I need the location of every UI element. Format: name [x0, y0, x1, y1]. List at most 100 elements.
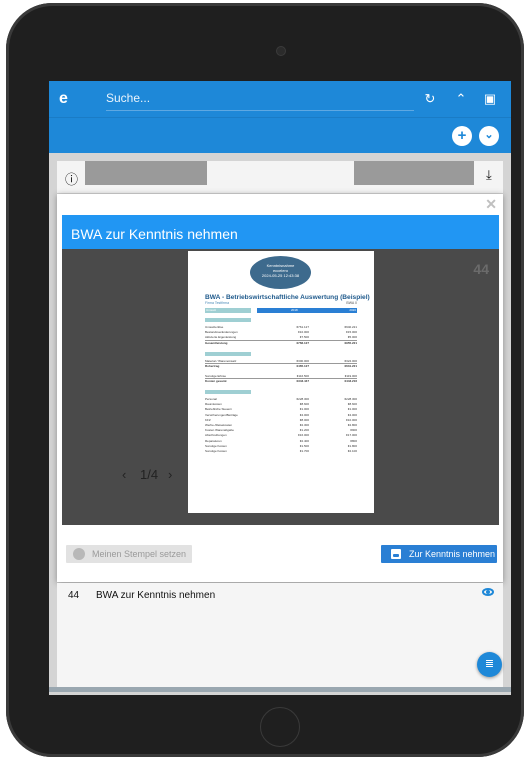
table-cell: €2.300 — [299, 423, 309, 427]
pager: ‹ 1/4 › — [122, 467, 188, 485]
table-header: Umsatz 2018 2020 — [205, 308, 357, 313]
table-header-bar — [257, 308, 357, 313]
document-page: Kenntnisnahme eccelero 2024-05-25 12:43:… — [188, 251, 374, 513]
add-button[interactable]: + — [452, 126, 472, 146]
table-cell: €228.300 — [344, 397, 357, 401]
table-cell: €15.000 — [346, 330, 357, 335]
set-stamp-label: Meinen Stempel setzen — [92, 549, 187, 559]
table-cell: Reparaturen — [205, 438, 222, 443]
table-cell: €1.200 — [299, 428, 309, 433]
list-item-number: 44 — [68, 590, 80, 601]
table-cell: Gesamtleistung — [205, 340, 228, 345]
acknowledge-label: Zur Kenntnis nehmen — [409, 549, 496, 559]
table-cell: €1.700 — [299, 449, 309, 453]
table-cell: €1.000 — [347, 407, 357, 412]
company-name: Firma Testfirma — [205, 301, 230, 305]
table-cell: €800 — [350, 438, 357, 443]
document-list: 44 BWA zur Kenntnis nehmen — [57, 583, 503, 687]
table-cell: €17.000 — [346, 433, 357, 438]
table-cell: Bestandsveränderungen — [205, 330, 238, 335]
table-cell: €761.127 — [296, 325, 309, 329]
refresh-icon[interactable]: ↻ — [421, 90, 439, 108]
document-subtitle: Firma Testfirma BWA 0 — [205, 301, 357, 305]
table-cell: KFZ — [205, 417, 211, 422]
chevron-up-icon[interactable]: ⌃ — [452, 90, 470, 108]
table-cell: Rohertrag — [205, 363, 220, 368]
table-header-cell: 2018 — [291, 308, 298, 312]
bottom-strip — [49, 687, 511, 692]
table-cell: €1.500 — [299, 443, 309, 448]
document-viewer: 44 Kenntnisnahme eccelero 2024-05-25 12:… — [62, 249, 499, 525]
table-cell: Personal — [205, 397, 217, 401]
home-button[interactable] — [260, 707, 300, 747]
table-cell: €16.000 — [298, 433, 309, 438]
camera — [276, 46, 286, 56]
document-title: BWA - Betriebswirtschaftliche Auswertung… — [205, 294, 370, 301]
table-cell: €4.000 — [299, 412, 309, 417]
table-cell: Kosten Warenabgabe — [205, 428, 234, 433]
table-cell: €1.800 — [347, 443, 357, 448]
app-screen: e Suche... ↻ ⌃ ▣ + ⌄ ⓘ ⤓ ✕ BWA zur Kennt… — [49, 81, 511, 695]
table-section-bar — [205, 318, 251, 322]
table-header-cell: Umsatz — [205, 308, 251, 313]
table-cell: Sonstige Kosten — [205, 449, 227, 453]
table-row: Kosten gesamt €343.447 €443.216 — [205, 379, 357, 385]
table-cell: Betriebliche Steuern — [205, 407, 233, 412]
table-header-cell: 2020 — [349, 308, 356, 312]
table-row: Gesamtleistung €766.127 €955.221 — [205, 341, 357, 347]
page-indicator: 1/4 — [140, 467, 159, 482]
page-count: 44 — [473, 261, 489, 277]
stamp-line: 2024-05-25 12:43:38 — [261, 273, 300, 278]
table-cell: €1.000 — [299, 407, 309, 412]
table-cell: €10.000 — [298, 330, 309, 335]
acknowledge-button[interactable]: Zur Kenntnis nehmen — [381, 545, 497, 563]
table-cell: €2.100 — [347, 449, 357, 453]
info-icon[interactable]: ⓘ — [65, 169, 78, 188]
close-icon[interactable]: ✕ — [485, 196, 497, 213]
app-logo-icon[interactable]: e — [59, 90, 79, 108]
dropdown-button[interactable]: ⌄ — [479, 126, 499, 146]
table-cell: Kosten gesamt — [205, 379, 227, 383]
table-cell: €2.400 — [299, 438, 309, 443]
tablet-frame: e Suche... ↻ ⌃ ▣ + ⌄ ⓘ ⤓ ✕ BWA zur Kennt… — [6, 3, 524, 757]
prev-page-button[interactable]: ‹ — [122, 467, 126, 482]
eye-icon[interactable] — [482, 588, 494, 596]
dialog-title: BWA zur Kenntnis nehmen — [62, 215, 499, 249]
table-row: Sonstige Kosten €1.700 €2.100 — [205, 449, 357, 455]
list-fab-button[interactable]: ≣ — [477, 652, 502, 677]
table-cell: Raumkosten — [205, 402, 222, 407]
acknowledge-dialog: ✕ BWA zur Kenntnis nehmen 44 Kenntnisnah… — [57, 194, 503, 582]
account-box-icon[interactable]: ▣ — [481, 90, 499, 108]
set-stamp-button[interactable]: Meinen Stempel setzen — [66, 545, 192, 563]
table-cell: €940.221 — [344, 325, 357, 329]
stamp-icon — [73, 548, 85, 560]
table-cell: €443.216 — [344, 379, 357, 383]
table-cell: €631.221 — [344, 363, 357, 368]
dialog-footer: Meinen Stempel setzen Zur Kenntnis nehme… — [57, 525, 503, 582]
table-cell: Umsatzerlöse — [205, 325, 224, 329]
table-cell: Versicherungen/Beiträge — [205, 412, 238, 417]
secondary-toolbar — [49, 117, 511, 153]
table-cell: €8.600 — [347, 402, 357, 407]
table-cell: Sonstige Kosten — [205, 443, 227, 448]
table-cell: €8.000 — [299, 417, 309, 422]
next-page-button[interactable]: › — [168, 467, 172, 482]
table-cell: €2.800 — [347, 423, 357, 427]
list-item-label: BWA zur Kenntnis nehmen — [96, 590, 216, 601]
table-cell: €955.221 — [344, 340, 357, 345]
table-cell: €766.127 — [296, 340, 309, 345]
background-thumbnail — [354, 161, 474, 185]
table-cell: €8.600 — [299, 402, 309, 407]
background-thumbnail — [85, 161, 207, 185]
table-cell: €10.000 — [346, 417, 357, 422]
search-input[interactable]: Suche... — [106, 89, 414, 111]
table-cell: Abschreibungen — [205, 433, 227, 438]
table-section-bar — [205, 390, 251, 394]
report-period: BWA 0 — [346, 301, 357, 305]
table-cell: €343.447 — [296, 379, 309, 383]
save-icon — [391, 549, 401, 559]
table-cell: €4.000 — [347, 412, 357, 417]
table-cell: €465.127 — [296, 363, 309, 368]
table-cell: €228.300 — [296, 397, 309, 401]
download-icon[interactable]: ⤓ — [486, 167, 492, 183]
